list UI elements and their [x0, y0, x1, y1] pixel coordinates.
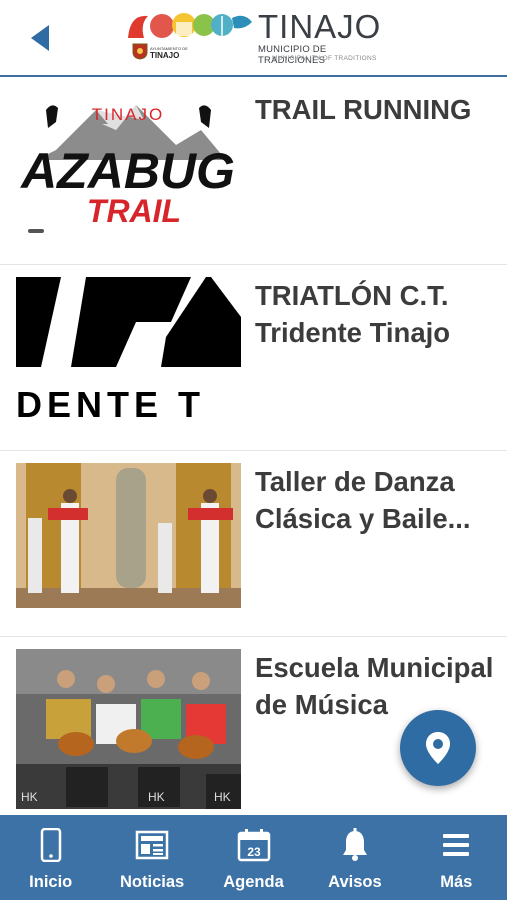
item-thumbnail: DENTE T	[16, 277, 241, 422]
bell-icon	[337, 827, 373, 863]
seal-label: TINAJO	[150, 51, 180, 60]
nav-item-avisos[interactable]: Avisos	[304, 815, 405, 900]
map-pin-icon	[426, 732, 450, 764]
activities-list: TINAJO AZABUG TRAIL TRAIL RUNNING DENTE …	[0, 79, 507, 815]
thumb-text-3: HK	[214, 790, 231, 804]
thumb-text-2: HK	[148, 790, 165, 804]
list-item[interactable]: TINAJO AZABUG TRAIL TRAIL RUNNING	[0, 79, 507, 265]
logo-emblem	[128, 13, 252, 38]
newspaper-icon	[134, 827, 170, 863]
nav-item-mas[interactable]: Más	[406, 815, 507, 900]
nav-item-agenda[interactable]: 23 Agenda	[203, 815, 304, 900]
logo-subtitle-en: MUNICIPALITY OF TRADITIONS	[272, 55, 377, 62]
map-button[interactable]	[400, 710, 476, 786]
tinajo-logo: AYUNTAMIENTO DE TINAJO TINAJO MUNICIPIO …	[126, 8, 388, 68]
back-button[interactable]	[22, 20, 58, 56]
thumb-text-top: TINAJO	[92, 105, 164, 124]
thumb-text-main: AZABUG	[19, 143, 235, 199]
calendar-day: 23	[247, 845, 261, 859]
nav-label: Avisos	[328, 873, 382, 891]
item-title: TRAIL RUNNING	[255, 94, 472, 125]
nav-label: Inicio	[29, 873, 73, 891]
menu-icon	[438, 827, 474, 863]
triathlon-logo-image: DENTE T	[16, 277, 241, 422]
thumb-text: HK	[21, 790, 38, 804]
list-item[interactable]: DENTE T TRIATLÓN C.T. Tridente Tinajo	[0, 265, 507, 451]
list-item[interactable]: Taller de Danza Clásica y Baile...	[0, 451, 507, 637]
nav-label: Más	[440, 873, 473, 891]
item-title: Taller de Danza Clásica y Baile...	[255, 466, 471, 534]
chevron-left-icon	[31, 25, 49, 51]
app-header: AYUNTAMIENTO DE TINAJO TINAJO MUNICIPIO …	[0, 0, 507, 77]
phone-icon	[33, 827, 69, 863]
thumb-text: DENTE T	[16, 384, 205, 422]
item-thumbnail: TINAJO AZABUG TRAIL	[16, 90, 241, 235]
calendar-icon: 23	[236, 827, 272, 863]
nav-item-inicio[interactable]: Inicio	[0, 815, 101, 900]
dance-photo	[16, 463, 241, 608]
nav-item-noticias[interactable]: Noticias	[101, 815, 202, 900]
item-title: TRIATLÓN C.T. Tridente Tinajo	[255, 280, 451, 348]
bottom-nav: Inicio Noticias 23 Agenda Avisos Más	[0, 815, 507, 900]
music-school-photo: HK HK HK	[16, 649, 241, 809]
item-thumbnail: HK HK HK	[16, 649, 241, 809]
nav-label: Agenda	[223, 873, 284, 891]
item-title: Escuela Municipal de Música	[255, 652, 494, 720]
item-thumbnail	[16, 463, 241, 608]
seal-icon	[132, 43, 148, 60]
trail-logo-image: TINAJO AZABUG TRAIL	[19, 105, 235, 233]
logo-title: TINAJO	[258, 8, 382, 45]
thumb-text-sub: TRAIL	[87, 193, 181, 229]
nav-label: Noticias	[120, 873, 185, 891]
